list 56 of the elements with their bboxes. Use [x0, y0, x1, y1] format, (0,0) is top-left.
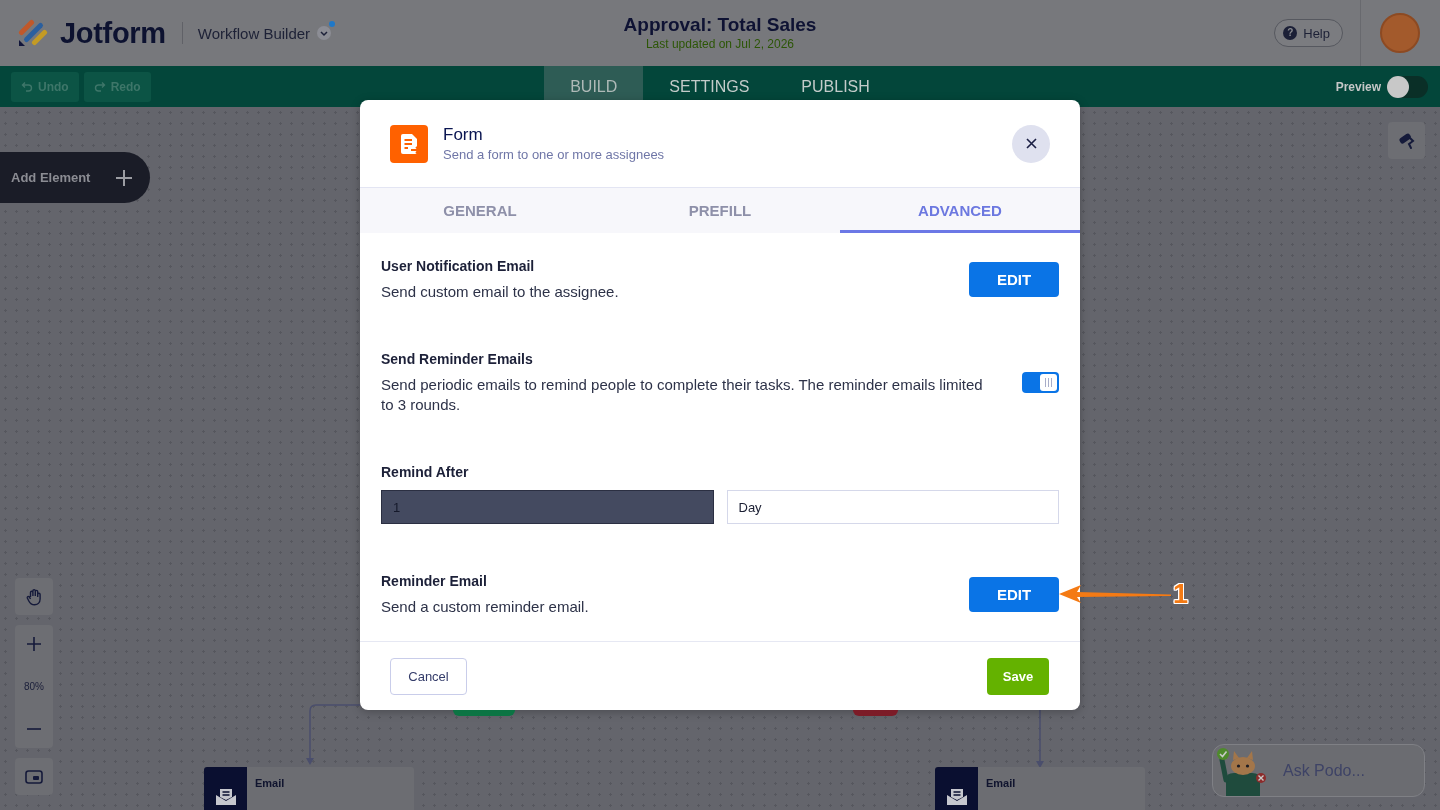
plus-icon: [27, 637, 41, 651]
setting-title: Send Reminder Emails: [381, 350, 534, 369]
connector-arrow: [1035, 710, 1045, 769]
dialog-tab[interactable]: GENERAL: [360, 188, 600, 233]
dialog-subtitle: Send a form to one or more assignees: [443, 145, 665, 163]
style-button[interactable]: [1388, 122, 1425, 159]
envelope-icon: [214, 788, 237, 806]
connector-arrow: [304, 703, 360, 767]
toggle-switch[interactable]: [1022, 371, 1059, 393]
node-title: Email: [255, 777, 285, 790]
edit-button[interactable]: EDIT: [969, 576, 1059, 612]
pan-button[interactable]: [15, 578, 53, 615]
logo-icon: [18, 19, 48, 47]
node-title: Email: [986, 777, 1016, 790]
plus-icon: [115, 168, 133, 187]
minus-icon: [27, 728, 41, 730]
envelope-icon: [945, 788, 968, 806]
chevron-down-icon: [317, 26, 332, 40]
unit-field[interactable]: Day: [726, 490, 1059, 524]
preview-label: Preview: [1335, 79, 1381, 94]
save-button[interactable]: Save: [987, 657, 1049, 695]
notification-dot-icon: [329, 21, 336, 27]
close-button[interactable]: [1012, 124, 1050, 163]
dialog-tab[interactable]: PREFILL: [600, 188, 840, 233]
close-icon: [1025, 138, 1037, 149]
setting-description: Send custom email to the assignee.: [381, 282, 620, 302]
redo-icon: [93, 80, 106, 93]
dialog-title: Form: [443, 124, 484, 145]
email-node[interactable]: Email: [204, 767, 414, 810]
last-updated-text: Last updated on Jul 2, 2026: [644, 37, 796, 52]
dialog-tab[interactable]: ADVANCED: [840, 188, 1080, 233]
toolbar-tab[interactable]: PUBLISH: [775, 66, 896, 107]
fit-view-button[interactable]: [15, 758, 53, 795]
paint-roller-icon: [1397, 131, 1416, 150]
toolbar-tab[interactable]: SETTINGS: [643, 66, 776, 107]
edit-button[interactable]: EDIT: [969, 261, 1059, 297]
hand-icon: [25, 587, 43, 606]
help-icon: ?: [1283, 26, 1298, 40]
fit-screen-icon: [25, 769, 43, 784]
undo-icon: [21, 80, 33, 93]
add-element-button[interactable]: Add Element: [0, 152, 150, 203]
setting-description: Send a custom reminder email.: [381, 597, 590, 617]
logo-text: Jotform: [60, 18, 166, 48]
cancel-button[interactable]: Cancel: [390, 657, 467, 695]
setting-title: Remind After: [381, 463, 470, 482]
zoom-level: 80%: [24, 680, 44, 694]
help-button[interactable]: ? Help: [1274, 19, 1343, 47]
workflow-title: Approval: Total Sales: [623, 14, 817, 36]
setting-title: Reminder Email: [381, 572, 488, 591]
preview-toggle[interactable]: [1387, 75, 1428, 98]
form-icon: [390, 124, 428, 163]
setting-title: User Notification Email: [381, 257, 536, 276]
setting-description: Send periodic emails to remind people to complete their tasks. The reminder emails limited to 3 rounds.: [381, 375, 984, 415]
product-menu-button[interactable]: Workflow Builder: [197, 24, 332, 42]
callout-number: 1: [1173, 579, 1189, 609]
email-node[interactable]: Email: [935, 767, 1145, 810]
